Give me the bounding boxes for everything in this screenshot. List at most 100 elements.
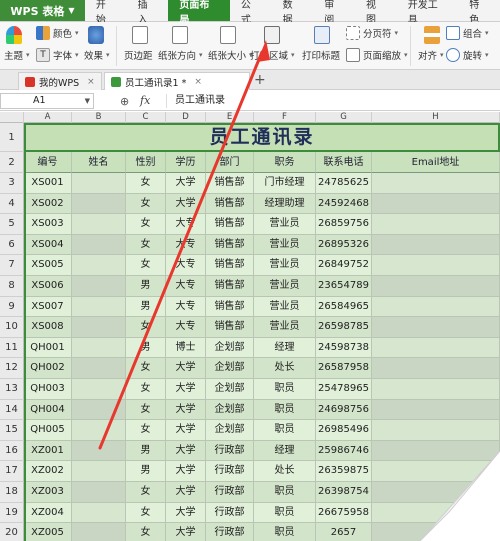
table-cell[interactable]: 女: [126, 234, 166, 256]
table-cell[interactable]: 大专: [166, 276, 206, 297]
table-cell[interactable]: [372, 214, 500, 235]
table-cell[interactable]: 营业员: [254, 296, 316, 318]
close-icon[interactable]: ×: [194, 77, 202, 87]
table-cell[interactable]: 经理: [254, 337, 316, 359]
table-cell[interactable]: 姓名: [72, 152, 126, 173]
table-cell[interactable]: 处长: [254, 358, 316, 379]
table-cell[interactable]: XZ005: [24, 523, 72, 541]
table-cell[interactable]: 经理: [254, 440, 316, 462]
table-cell[interactable]: [72, 420, 126, 441]
table-cell[interactable]: 销售部: [206, 173, 254, 194]
table-cell[interactable]: 博士: [166, 337, 206, 359]
table-cell[interactable]: [72, 296, 126, 318]
row-header[interactable]: 4: [0, 193, 24, 215]
table-cell[interactable]: [372, 358, 500, 379]
menu-start[interactable]: 开始: [85, 0, 127, 26]
table-cell[interactable]: 女: [126, 255, 166, 276]
table-cell[interactable]: 行政部: [206, 482, 254, 503]
table-cell[interactable]: XS001: [24, 173, 72, 194]
row-header[interactable]: 8: [0, 276, 24, 297]
print-titles-button[interactable]: 打印标题: [302, 48, 340, 62]
table-cell[interactable]: 学历: [166, 152, 206, 173]
table-cell[interactable]: 男: [126, 461, 166, 482]
table-cell[interactable]: [372, 440, 500, 462]
column-header-a[interactable]: A: [24, 112, 72, 123]
table-cell[interactable]: 男: [126, 296, 166, 318]
margin-button[interactable]: 页边距: [124, 48, 153, 62]
print-area-button[interactable]: 打印区域 ▾: [250, 48, 295, 62]
table-cell[interactable]: [72, 173, 126, 194]
table-cell[interactable]: 26985496: [316, 420, 372, 441]
table-cell[interactable]: 行政部: [206, 523, 254, 541]
menu-developer[interactable]: 开发工具: [397, 0, 458, 26]
table-cell[interactable]: [372, 461, 500, 482]
column-header-g[interactable]: G: [316, 112, 372, 123]
table-cell[interactable]: 联系电话: [316, 152, 372, 173]
table-cell[interactable]: 大学: [166, 173, 206, 194]
theme-button[interactable]: [6, 26, 22, 44]
table-cell[interactable]: 销售部: [206, 214, 254, 235]
tab-my-wps[interactable]: 我的WPS ×: [18, 72, 102, 90]
name-box[interactable]: A1 ▼: [0, 93, 94, 109]
table-cell[interactable]: 女: [126, 523, 166, 541]
table-cell[interactable]: 编号: [24, 152, 72, 173]
menu-view[interactable]: 视图: [355, 0, 397, 26]
table-cell[interactable]: 大学: [166, 358, 206, 379]
table-cell[interactable]: 处长: [254, 461, 316, 482]
align-icon-button[interactable]: [424, 26, 440, 44]
tab-active-document[interactable]: 员工通讯录1 * ×: [104, 72, 250, 90]
table-cell[interactable]: XS004: [24, 234, 72, 256]
table-cell[interactable]: 职员: [254, 399, 316, 421]
table-cell[interactable]: [72, 502, 126, 524]
table-cell[interactable]: [72, 317, 126, 338]
close-icon[interactable]: ×: [87, 77, 95, 87]
table-cell[interactable]: XZ001: [24, 440, 72, 462]
menu-page-layout[interactable]: 页面布局: [168, 0, 230, 26]
table-cell[interactable]: 男: [126, 440, 166, 462]
table-cell[interactable]: 销售部: [206, 234, 254, 256]
row-header[interactable]: 10: [0, 317, 24, 338]
table-cell[interactable]: 24785625: [316, 173, 372, 194]
table-cell[interactable]: QH004: [24, 399, 72, 421]
table-cell[interactable]: 男: [126, 276, 166, 297]
table-cell[interactable]: 女: [126, 358, 166, 379]
row-header[interactable]: 20: [0, 523, 24, 541]
table-cell[interactable]: 大学: [166, 482, 206, 503]
table-cell[interactable]: 营业员: [254, 317, 316, 338]
table-cell[interactable]: XS006: [24, 276, 72, 297]
table-cell[interactable]: 企划部: [206, 379, 254, 400]
table-cell[interactable]: 职务: [254, 152, 316, 173]
table-cell[interactable]: 女: [126, 317, 166, 338]
menu-data[interactable]: 数据: [272, 0, 314, 26]
table-cell[interactable]: 行政部: [206, 440, 254, 462]
fx-icon[interactable]: fx: [140, 94, 150, 107]
menu-review[interactable]: 审阅: [313, 0, 355, 26]
row-header[interactable]: 6: [0, 234, 24, 256]
table-cell[interactable]: 大学: [166, 399, 206, 421]
table-cell[interactable]: 行政部: [206, 502, 254, 524]
table-cell[interactable]: 销售部: [206, 276, 254, 297]
row-header[interactable]: 7: [0, 255, 24, 276]
print-titles-icon-button[interactable]: [314, 26, 330, 44]
table-cell[interactable]: 女: [126, 214, 166, 235]
table-cell[interactable]: 女: [126, 379, 166, 400]
row-header[interactable]: 15: [0, 420, 24, 441]
row-header[interactable]: 16: [0, 440, 24, 462]
table-cell[interactable]: [372, 523, 500, 541]
column-header-c[interactable]: C: [126, 112, 166, 123]
table-cell[interactable]: QH002: [24, 358, 72, 379]
column-header-d[interactable]: D: [166, 112, 206, 123]
new-tab-icon[interactable]: +: [254, 72, 266, 88]
table-cell[interactable]: 25478965: [316, 379, 372, 400]
table-cell[interactable]: 大学: [166, 440, 206, 462]
table-cell[interactable]: [372, 234, 500, 256]
table-cell[interactable]: 企划部: [206, 358, 254, 379]
effect-button[interactable]: 效果 ▾: [84, 48, 110, 62]
table-cell[interactable]: [372, 317, 500, 338]
table-cell[interactable]: [72, 523, 126, 541]
menu-formula[interactable]: 公式: [230, 0, 272, 26]
table-cell[interactable]: 26675958: [316, 502, 372, 524]
row-header[interactable]: 18: [0, 482, 24, 503]
table-cell[interactable]: [372, 482, 500, 503]
table-cell[interactable]: [72, 379, 126, 400]
